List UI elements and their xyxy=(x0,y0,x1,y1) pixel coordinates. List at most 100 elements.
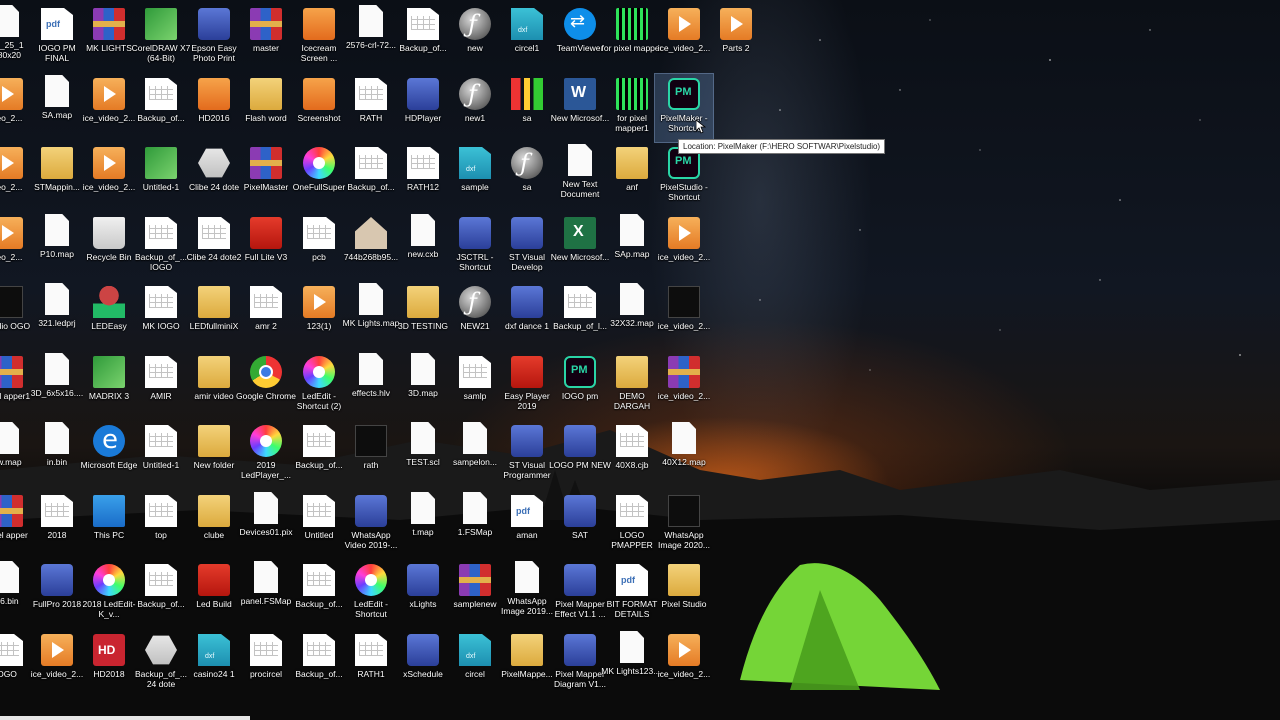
desktop-icon[interactable]: new1 xyxy=(446,74,504,142)
desktop-icon[interactable]: RATH12 xyxy=(394,143,452,211)
desktop-icon[interactable]: Parts 2 xyxy=(707,4,765,72)
desktop-icon[interactable]: new xyxy=(446,4,504,72)
desktop-icon[interactable]: ice_video_2... xyxy=(80,143,138,211)
desktop-icon[interactable]: Backup_of... xyxy=(394,4,452,72)
desktop-icon[interactable]: Backup_of... xyxy=(132,74,190,142)
desktop-icon[interactable]: ST Visual Programmer xyxy=(498,421,556,489)
desktop-icon[interactable]: ice_video_2... xyxy=(655,4,713,72)
desktop-icon[interactable]: Google Chrome xyxy=(236,352,296,420)
desktop-icon[interactable]: Clibe 24 dote2 xyxy=(185,213,243,281)
desktop-icon[interactable]: Pixel Mapper Diagram V1... xyxy=(551,630,609,698)
desktop-icon[interactable]: circel xyxy=(446,630,504,698)
desktop-icon[interactable]: in.bin xyxy=(28,421,86,489)
desktop-icon[interactable]: ice_video_2... xyxy=(655,213,713,281)
desktop-icon[interactable]: New Text Document xyxy=(551,143,609,211)
desktop-icon[interactable]: sa xyxy=(498,143,556,211)
desktop-icon[interactable]: 3D_6x5x16.... xyxy=(28,352,86,420)
desktop-icon[interactable]: 2018 xyxy=(28,491,86,559)
desktop-icon[interactable]: Backup_of... xyxy=(132,560,190,628)
desktop-icon[interactable]: AMIR xyxy=(132,352,190,420)
desktop-icon[interactable]: amr 2 xyxy=(237,282,295,350)
desktop-icon[interactable]: This PC xyxy=(80,491,138,559)
desktop-icon[interactable]: procircel xyxy=(237,630,295,698)
desktop-icon[interactable]: ice_video_2... xyxy=(655,630,713,698)
desktop-icon[interactable]: effects.hlv xyxy=(342,352,400,420)
desktop-icon[interactable]: Led Build xyxy=(185,560,243,628)
desktop-icon[interactable]: Backup_of... xyxy=(290,421,348,489)
desktop-icon[interactable]: ice_video_2... xyxy=(80,74,138,142)
desktop-icon[interactable]: LedEdit - Shortcut xyxy=(342,560,400,628)
desktop-icon[interactable]: 32X32.map xyxy=(603,282,661,350)
desktop-icon[interactable]: DEMO DARGAH xyxy=(603,352,661,420)
desktop-icon[interactable]: 123(1) xyxy=(290,282,348,350)
desktop-icon[interactable]: Epson Easy Photo Print xyxy=(185,4,243,72)
desktop-icon[interactable]: TEST.scl xyxy=(394,421,452,489)
desktop-icon[interactable]: for pixel mapper xyxy=(602,4,662,72)
desktop-icon[interactable]: LEDEasy xyxy=(80,282,138,350)
desktop-icon[interactable]: ice_video_2... xyxy=(655,282,713,350)
desktop-icon[interactable]: 3D.map xyxy=(394,352,452,420)
desktop-icon[interactable]: 2019 LedPlayer_... xyxy=(237,421,295,489)
desktop-icon[interactable]: WhatsApp Image 2019... xyxy=(498,560,556,628)
desktop-icon[interactable]: MK Lights.map xyxy=(342,282,400,350)
desktop-icon[interactable]: Backup_of... xyxy=(290,630,348,698)
desktop-icon[interactable]: top xyxy=(132,491,190,559)
desktop-icon[interactable]: HDPlayer xyxy=(394,74,452,142)
desktop-icon[interactable]: amir video xyxy=(185,352,243,420)
desktop-icon[interactable]: BIT FORMAT DETAILS xyxy=(603,560,661,628)
desktop-icon[interactable]: 3D TESTING xyxy=(394,282,452,350)
desktop-icon[interactable]: Pixel Studio xyxy=(655,560,713,628)
desktop-icon[interactable]: 744b268b95... xyxy=(342,213,400,281)
desktop-icon[interactable]: HD2016 xyxy=(185,74,243,142)
desktop-icon[interactable]: STMappin... xyxy=(28,143,86,211)
desktop-icon[interactable]: master xyxy=(237,4,295,72)
desktop-icon[interactable]: Devices01.pix xyxy=(237,491,295,559)
desktop-icon[interactable]: PixelMappe... xyxy=(498,630,556,698)
desktop-icon[interactable]: WhatsApp Image 2020... xyxy=(655,491,713,559)
desktop-icon[interactable]: Backup_of_l... xyxy=(551,282,609,350)
desktop-icon[interactable]: LEDfullminiX xyxy=(185,282,243,350)
desktop-icon[interactable]: SA.map xyxy=(28,74,86,142)
desktop-icon[interactable]: ice_video_2... xyxy=(28,630,86,698)
desktop-icon[interactable]: Microsoft Edge xyxy=(80,421,138,489)
desktop-icon[interactable]: MK IOGO xyxy=(132,282,190,350)
desktop-icon[interactable]: MADRIX 3 xyxy=(80,352,138,420)
desktop-icon[interactable]: samplenew xyxy=(446,560,504,628)
desktop-icon[interactable]: ST Visual Develop xyxy=(498,213,556,281)
desktop-icon[interactable]: 2576-crl-72... xyxy=(342,4,400,72)
desktop-icon[interactable]: 2018 LedEdit-K_v... xyxy=(80,560,138,628)
desktop-icon[interactable]: PixelMaster xyxy=(237,143,295,211)
desktop-icon[interactable]: LedEdit - Shortcut (2) xyxy=(290,352,348,420)
desktop-icon[interactable]: OneFullSuper xyxy=(290,143,348,211)
desktop-icon[interactable]: WhatsApp Video 2019-... xyxy=(342,491,400,559)
desktop-icon[interactable]: NEW21 xyxy=(446,282,504,350)
desktop-icon[interactable]: CorelDRAW X7 (64-Bit) xyxy=(132,4,190,72)
desktop-icon[interactable]: clube xyxy=(185,491,243,559)
desktop-icon[interactable]: LOGO PM NEW xyxy=(549,421,611,489)
desktop-icon[interactable]: sample xyxy=(446,143,504,211)
desktop-icon[interactable]: Icecream Screen ... xyxy=(290,4,348,72)
desktop-icon[interactable]: Screenshot xyxy=(290,74,348,142)
desktop-icon[interactable]: Backup_of... xyxy=(342,143,400,211)
desktop-icon[interactable]: ice_video_2... xyxy=(655,352,713,420)
desktop-icon[interactable]: New Microsof... xyxy=(551,213,609,281)
desktop-icon[interactable]: casino24 1 xyxy=(185,630,243,698)
desktop-icon[interactable]: Flash word xyxy=(237,74,295,142)
desktop-icon[interactable]: rath xyxy=(342,421,400,489)
desktop-icon[interactable]: pcb xyxy=(290,213,348,281)
desktop-icon[interactable]: P10.map xyxy=(28,213,86,281)
desktop-icon[interactable]: IOGO PM FINAL xyxy=(28,4,86,72)
desktop-icon[interactable]: MK Lights123.... xyxy=(601,630,663,698)
desktop-icon[interactable]: 321.ledprj xyxy=(28,282,86,350)
desktop-icon[interactable]: SAp.map xyxy=(603,213,661,281)
desktop-icon[interactable]: Backup_of_... IOGO xyxy=(132,213,190,281)
desktop-icon[interactable]: Clibe 24 dote xyxy=(185,143,243,211)
desktop-icon[interactable]: Easy Player 2019 xyxy=(498,352,556,420)
desktop-icon[interactable]: Full Lite V3 xyxy=(237,213,295,281)
desktop-icon[interactable]: 40X12.map xyxy=(655,421,713,489)
desktop-icon[interactable]: 1.FSMap xyxy=(446,491,504,559)
desktop-icon[interactable]: TeamViewer xyxy=(551,4,609,72)
desktop-icon[interactable]: xSchedule xyxy=(394,630,452,698)
desktop-icon[interactable]: t.map xyxy=(394,491,452,559)
desktop-icon[interactable]: xLights xyxy=(394,560,452,628)
